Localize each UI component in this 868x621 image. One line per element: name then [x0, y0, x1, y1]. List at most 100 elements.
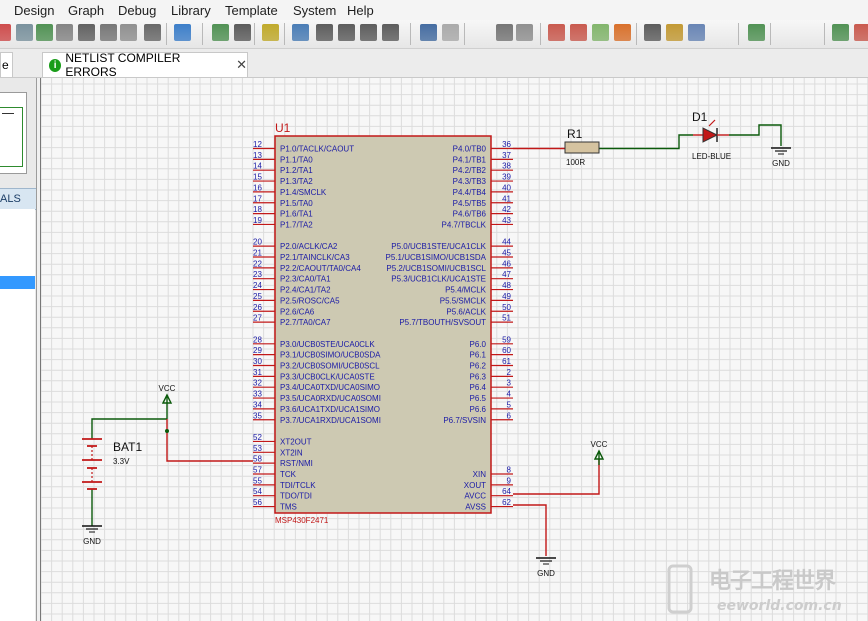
u1-pin-number: 4 — [507, 390, 512, 399]
grid-icon[interactable] — [234, 24, 251, 41]
undo-icon[interactable] — [420, 24, 437, 41]
u1-pin-name: P6.2 — [470, 362, 487, 371]
u1-pin-name: P6.1 — [470, 351, 487, 360]
u1-pin-number: 27 — [253, 314, 262, 323]
devices-list[interactable] — [0, 209, 35, 621]
schematic-canvas[interactable]: U1 MSP430F2471 12 P1.0/TACLK/CAOUT 13 P1.1/TA… — [40, 78, 868, 621]
d1-ref: D1 — [692, 110, 708, 124]
menu-system[interactable]: System — [293, 3, 336, 18]
u1-pin-name: P6.7/SVSIN — [443, 416, 486, 425]
resistor-r1[interactable] — [564, 141, 600, 154]
toolbar-separator — [202, 23, 203, 45]
u1-pin-name: AVSS — [465, 503, 486, 512]
origin-icon[interactable] — [262, 24, 279, 41]
open-icon[interactable] — [16, 24, 33, 41]
u1-pin-number: 44 — [502, 238, 511, 247]
cut-icon[interactable] — [474, 24, 491, 41]
menu-design[interactable]: Design — [14, 3, 54, 18]
u1-pin-name: P5.7/TBOUTH/SVSOUT — [399, 318, 486, 327]
u1-pin-number: 35 — [253, 411, 262, 420]
u1-pin-name: P2.2/CAOUT/TA0/CA4 — [280, 264, 361, 273]
print-icon[interactable] — [100, 24, 117, 41]
tab-netlist-compiler-errors[interactable]: i NETLIST COMPILER ERRORS ✕ — [42, 51, 248, 79]
delete-sheet-icon[interactable] — [854, 24, 868, 41]
u1-pin-name: P3.5/UCA0RXD/UCA0SOMI — [280, 394, 381, 403]
wire-icon[interactable] — [748, 24, 765, 41]
u1-pin-name: TCK — [280, 470, 297, 479]
u1-pin-number: 50 — [502, 303, 511, 312]
refresh-icon[interactable] — [212, 24, 229, 41]
devices-header: ALS — [0, 188, 36, 210]
menu-debug[interactable]: Debug — [118, 3, 156, 18]
u1-pin-name: P1.4/SMCLK — [280, 188, 327, 197]
property-icon[interactable] — [800, 24, 817, 41]
u1-pin-name: P5.2/UCB1SOMI/UCB1SCL — [386, 264, 486, 273]
u1-pin-name: P5.3/UCB1CLK/UCA1STE — [391, 275, 486, 284]
bom-icon[interactable] — [120, 24, 137, 41]
close-icon[interactable]: ✕ — [236, 57, 247, 73]
menu-template[interactable]: Template — [225, 3, 278, 18]
make-device-icon[interactable] — [666, 24, 683, 41]
u1-pin-name: XT2IN — [280, 448, 303, 457]
menu-library[interactable]: Library — [171, 3, 211, 18]
back-icon[interactable] — [36, 24, 53, 41]
copy-icon[interactable] — [496, 24, 513, 41]
u1-pin-name: P3.7/UCA1RXD/UCA1SOMI — [280, 416, 381, 425]
menu-help[interactable]: Help — [347, 3, 374, 18]
gnd-d1-label: GND — [772, 159, 790, 168]
u1-pin-number: 42 — [502, 205, 511, 214]
schematic-svg[interactable]: U1 MSP430F2471 12 P1.0/TACLK/CAOUT 13 P1.1/TA… — [41, 78, 868, 621]
pan-icon[interactable] — [292, 24, 309, 41]
u1-pin-name: P1.1/TA0 — [280, 155, 313, 164]
overview-preview[interactable] — [0, 92, 27, 174]
u1-pin-name: P5.5/SMCLK — [440, 296, 487, 305]
u1-pin-number: 36 — [502, 140, 511, 149]
u1-pin-number: 19 — [253, 216, 262, 225]
left-panel: ALS — [0, 78, 37, 621]
u1-pin-number: 24 — [253, 281, 262, 290]
paste-icon[interactable] — [516, 24, 533, 41]
zoom-in-icon[interactable] — [316, 24, 333, 41]
new-sheet-icon[interactable] — [832, 24, 849, 41]
block-delete-icon[interactable] — [614, 24, 631, 41]
u1-pin-name: P5.4/MCLK — [445, 286, 487, 295]
vcc-right-label: VCC — [591, 440, 608, 449]
u1-pin-name: P6.3 — [470, 372, 487, 381]
wire-bat-vcc — [91, 418, 167, 439]
decompose-icon[interactable] — [710, 24, 727, 41]
u1-pin-number: 21 — [253, 249, 262, 258]
u1-pin-name: P6.5 — [470, 394, 487, 403]
vcc-left-label: VCC — [159, 384, 176, 393]
u1-pin-number: 16 — [253, 183, 262, 192]
u1-pin-number: 64 — [502, 487, 511, 496]
u1-pin-number: 18 — [253, 205, 262, 214]
redo-icon[interactable] — [442, 24, 459, 41]
u1-pin-number: 5 — [507, 400, 512, 409]
new-icon[interactable] — [0, 24, 11, 41]
doc-icon[interactable] — [144, 24, 161, 41]
u1-pin-name: XT2OUT — [280, 437, 312, 446]
toolbar — [0, 20, 868, 49]
pick-icon[interactable] — [644, 24, 661, 41]
block-move-icon[interactable] — [570, 24, 587, 41]
search-icon[interactable] — [778, 24, 795, 41]
package-icon[interactable] — [688, 24, 705, 41]
u1-pin-number: 47 — [502, 270, 511, 279]
zoom-area-icon[interactable] — [382, 24, 399, 41]
wire-junction — [165, 429, 169, 433]
led-d1-icon[interactable] — [702, 127, 719, 143]
u1-pin-number: 49 — [502, 292, 511, 301]
gear-icon[interactable] — [56, 24, 73, 41]
zoom-out-icon[interactable] — [338, 24, 355, 41]
save-icon[interactable] — [78, 24, 95, 41]
block-rotate-icon[interactable] — [592, 24, 609, 41]
u1-pin-number: 41 — [502, 194, 511, 203]
help-icon[interactable] — [174, 24, 191, 41]
u1-pin-name: P3.3/UCB0CLK/UCA0STE — [280, 372, 375, 381]
block-copy-icon[interactable] — [548, 24, 565, 41]
selected-device-row[interactable] — [0, 276, 35, 289]
tab-previous[interactable]: e — [0, 52, 13, 77]
menu-graph[interactable]: Graph — [68, 3, 104, 18]
zoom-all-icon[interactable] — [360, 24, 377, 41]
bat1-value: 3.3V — [113, 457, 130, 466]
